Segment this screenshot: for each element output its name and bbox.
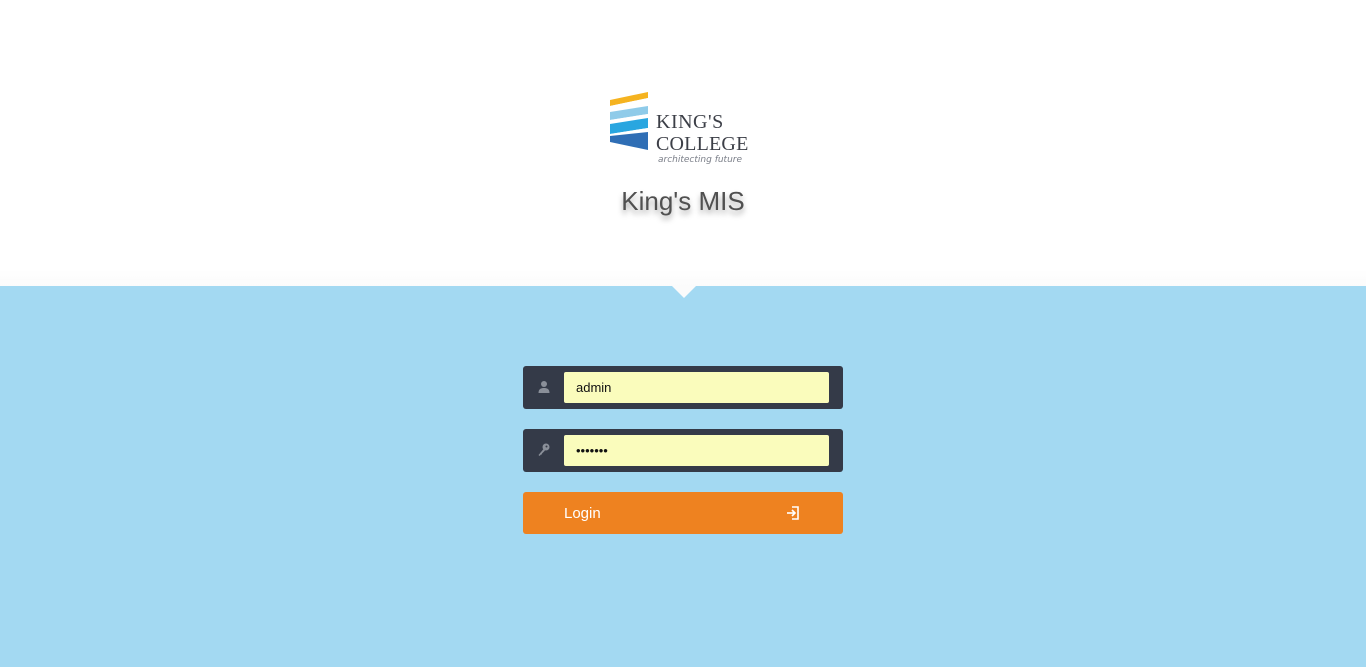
logo-mark-icon xyxy=(610,92,648,150)
logo-kings-text: KING'S xyxy=(656,111,724,133)
header-panel: KING'S COLLEGE architecting future King'… xyxy=(0,0,1366,286)
logo-tagline: architecting future xyxy=(658,155,743,165)
logo-college-text: COLLEGE xyxy=(656,133,749,155)
header-notch xyxy=(672,286,696,298)
app-title: King's MIS xyxy=(621,186,745,216)
password-field xyxy=(523,429,843,472)
username-field xyxy=(523,366,843,409)
username-input[interactable] xyxy=(564,372,829,403)
user-icon xyxy=(538,381,550,393)
sign-in-icon xyxy=(787,506,799,520)
login-button-label: Login xyxy=(564,505,601,522)
key-icon xyxy=(538,443,550,456)
login-page: KING'S COLLEGE architecting future King'… xyxy=(0,0,1366,667)
kings-college-logo: KING'S COLLEGE architecting future xyxy=(608,90,753,168)
password-input[interactable] xyxy=(564,435,829,466)
login-button[interactable]: Login xyxy=(523,492,843,534)
